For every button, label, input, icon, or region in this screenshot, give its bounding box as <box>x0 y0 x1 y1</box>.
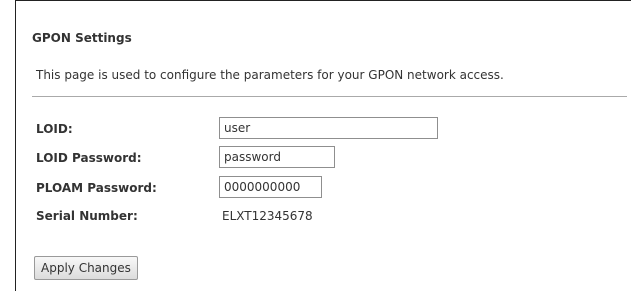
page-description: This page is used to configure the param… <box>36 68 504 82</box>
loid-password-row: LOID Password: <box>36 146 596 170</box>
ploam-password-input[interactable] <box>219 176 322 198</box>
settings-panel: GPON Settings This page is used to confi… <box>15 0 631 291</box>
loid-input[interactable] <box>219 117 438 139</box>
serial-number-row: Serial Number: ELXT12345678 <box>36 204 596 228</box>
apply-changes-button[interactable]: Apply Changes <box>34 256 138 280</box>
ploam-password-row: PLOAM Password: <box>36 176 596 200</box>
ploam-password-label: PLOAM Password: <box>36 181 157 195</box>
serial-number-label: Serial Number: <box>36 209 138 223</box>
divider <box>32 96 627 97</box>
loid-row: LOID: <box>36 117 596 141</box>
loid-password-label: LOID Password: <box>36 151 142 165</box>
page-title: GPON Settings <box>32 31 132 45</box>
loid-password-input[interactable] <box>219 146 335 168</box>
serial-number-value: ELXT12345678 <box>222 209 313 223</box>
loid-label: LOID: <box>36 122 73 136</box>
